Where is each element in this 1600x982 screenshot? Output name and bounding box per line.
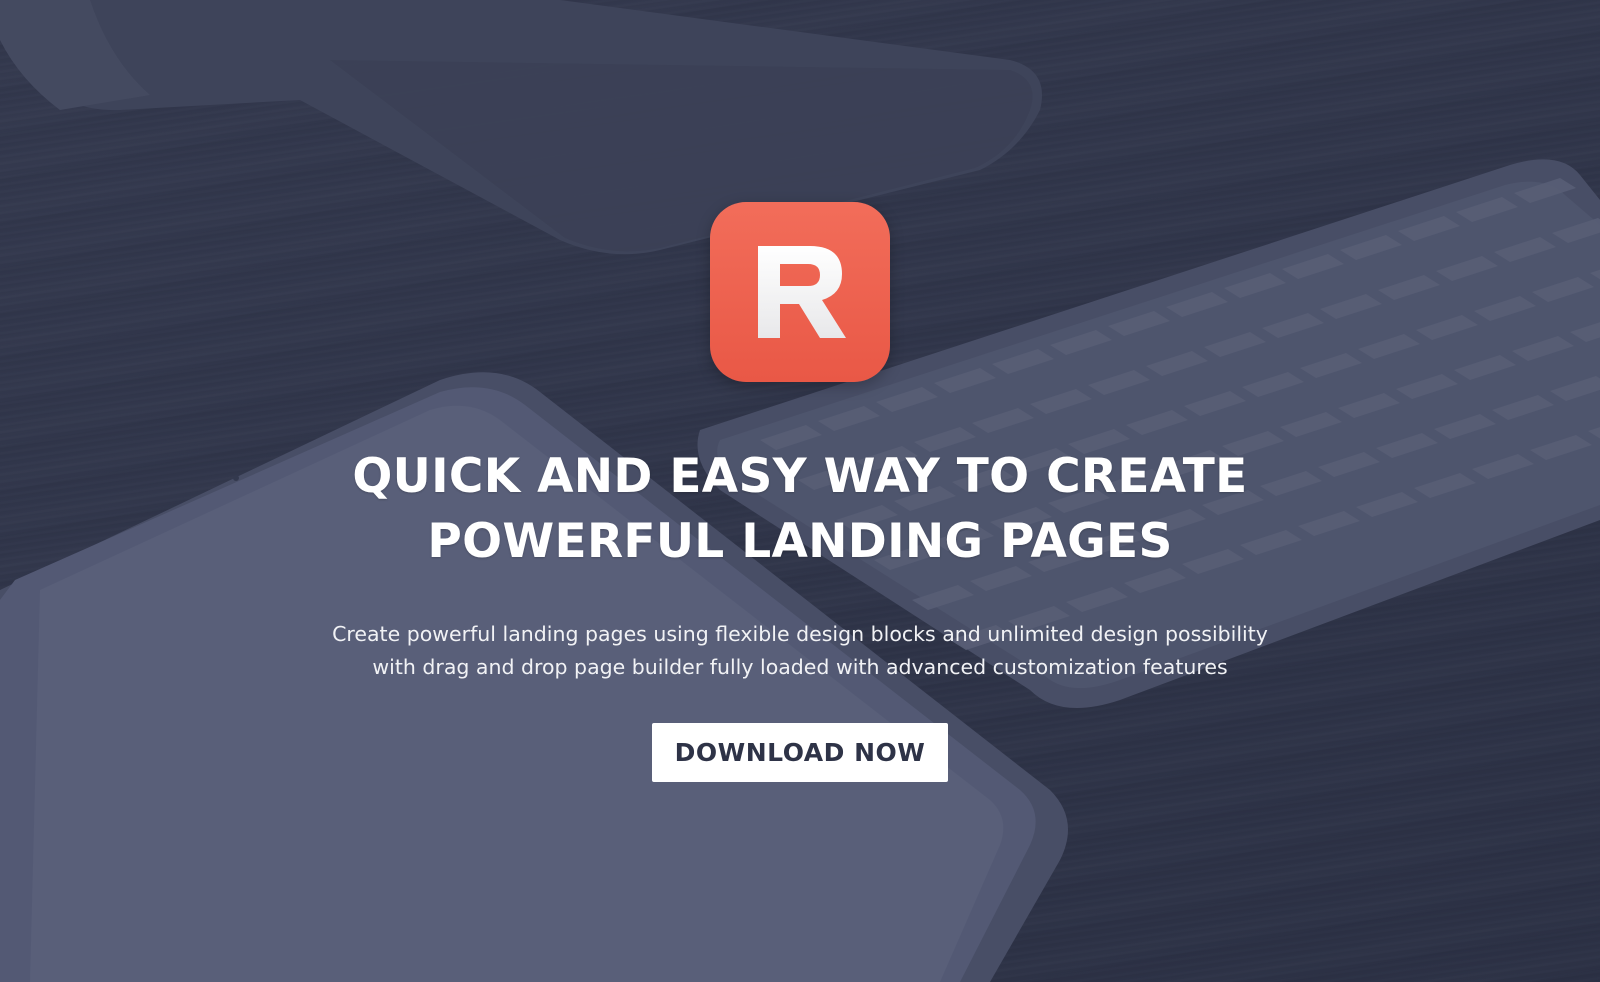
hero-content: R QUICK AND EASY WAY TO CREATE POWERFUL … [0, 0, 1600, 982]
app-logo: R [710, 202, 890, 382]
subtext-line-1: Create powerful landing pages using flex… [332, 622, 1268, 646]
hero-headline: QUICK AND EASY WAY TO CREATE POWERFUL LA… [200, 444, 1400, 574]
download-now-button[interactable]: DOWNLOAD NOW [652, 723, 948, 782]
subtext-line-2: with drag and drop page builder fully lo… [372, 655, 1228, 679]
headline-line-1: QUICK AND EASY WAY TO CREATE [352, 449, 1248, 504]
headline-line-2: POWERFUL LANDING PAGES [427, 514, 1173, 569]
logo-r-icon [758, 246, 846, 338]
hero-subtext: Create powerful landing pages using flex… [300, 618, 1300, 684]
hero-section: R QUICK AND EASY WAY TO CREATE POWERFUL … [0, 0, 1600, 982]
